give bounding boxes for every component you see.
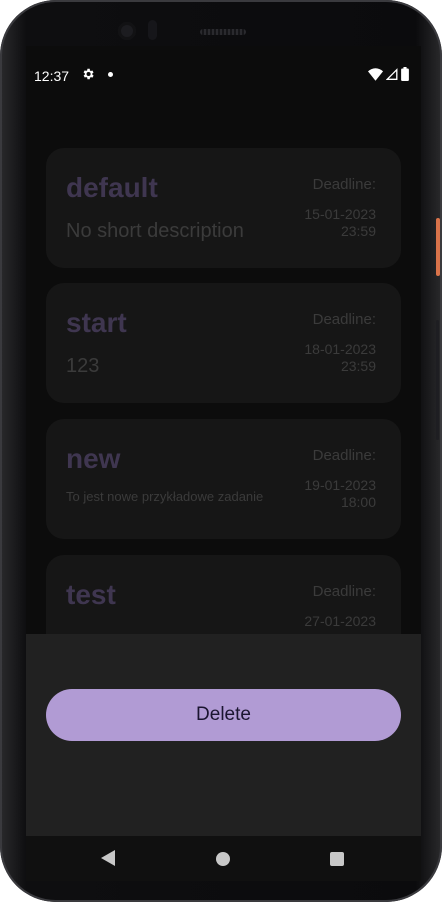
front-camera bbox=[118, 22, 136, 40]
volume-button bbox=[436, 320, 439, 440]
deadline-time: 23:59 bbox=[340, 223, 376, 239]
gear-icon bbox=[83, 68, 94, 80]
task-card[interactable]: default No short description Deadline: 1… bbox=[46, 148, 401, 268]
task-card[interactable]: new To jest nowe przykładowe zadanie Dea… bbox=[46, 419, 401, 539]
deadline-label: Deadline: bbox=[312, 583, 376, 600]
power-button bbox=[436, 218, 440, 276]
status-time: 12:37 bbox=[34, 68, 70, 84]
notification-dot bbox=[108, 72, 113, 77]
task-description: 123 bbox=[66, 355, 100, 377]
task-description: No short description bbox=[66, 220, 244, 242]
task-title: default bbox=[66, 172, 158, 203]
deadline-date: 19-01-2023 bbox=[304, 477, 376, 493]
deadline-label: Deadline: bbox=[312, 176, 376, 193]
task-title: test bbox=[66, 579, 116, 610]
deadline-label: Deadline: bbox=[312, 311, 376, 328]
phone-frame: 12:37 default No short description Deadl… bbox=[0, 0, 442, 902]
back-icon[interactable] bbox=[100, 849, 116, 867]
deadline-date: 18-01-2023 bbox=[304, 341, 376, 357]
bottom-sheet: Delete bbox=[26, 634, 421, 836]
delete-button[interactable]: Delete bbox=[46, 689, 401, 741]
deadline-time: 23:59 bbox=[340, 358, 376, 374]
deadline-date: 15-01-2023 bbox=[304, 206, 376, 222]
deadline-date: 27-01-2023 bbox=[304, 613, 376, 629]
home-icon[interactable] bbox=[216, 852, 230, 866]
deadline-label: Deadline: bbox=[312, 447, 376, 464]
screen: 12:37 default No short description Deadl… bbox=[26, 46, 421, 881]
task-description: To jest nowe przykładowe zadanie bbox=[66, 489, 264, 504]
task-title: start bbox=[66, 307, 127, 338]
recents-icon[interactable] bbox=[330, 852, 344, 866]
signal-icon bbox=[386, 67, 398, 80]
earpiece-speaker bbox=[200, 29, 246, 35]
task-card[interactable]: start 123 Deadline: 18-01-2023 23:59 bbox=[46, 283, 401, 403]
system-icons bbox=[368, 67, 409, 81]
status-bar: 12:37 bbox=[26, 46, 421, 102]
wifi-icon bbox=[368, 67, 383, 81]
task-title: new bbox=[66, 443, 121, 474]
deadline-time: 18:00 bbox=[340, 494, 376, 510]
front-sensor bbox=[148, 20, 157, 40]
navigation-bar bbox=[26, 836, 421, 881]
battery-icon bbox=[401, 67, 409, 81]
